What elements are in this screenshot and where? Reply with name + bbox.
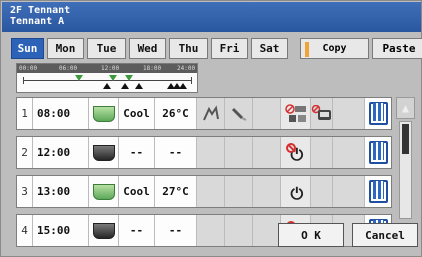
power-icon: ⏻ <box>290 183 304 203</box>
power-prohibit-icon: ⏻ <box>285 142 306 163</box>
vane-cell[interactable] <box>225 98 253 129</box>
unit-status-cell[interactable] <box>89 215 119 246</box>
unit-on-icon <box>92 183 115 200</box>
empty-cell[interactable] <box>311 137 333 168</box>
tab-wed[interactable]: Wed <box>129 38 166 59</box>
fan-speed-icon <box>202 104 219 120</box>
tenant-name: Tennant A <box>10 16 65 27</box>
unit-status-cell[interactable] <box>89 176 119 207</box>
trash-icon[interactable] <box>368 141 388 164</box>
paste-button[interactable]: Paste <box>372 38 422 59</box>
tick-label: 00:00 <box>19 65 38 72</box>
schedule-screen: 2F Tennant Tennant A Sun Mon Tue Wed Thu… <box>0 0 422 257</box>
off-event-marker-icon <box>135 83 143 89</box>
row-mode[interactable]: -- <box>119 215 155 246</box>
power-cell[interactable]: ⏻ <box>281 137 311 168</box>
scroll-track[interactable] <box>399 121 412 219</box>
schedule-row[interactable]: 2 12:00 -- -- ⏻ <box>16 136 392 169</box>
unit-off-icon <box>92 144 115 161</box>
copy-label: Copy <box>322 43 347 54</box>
row-time[interactable]: 08:00 <box>33 98 89 129</box>
tick-label: 06:00 <box>59 65 78 72</box>
off-event-marker-icon <box>179 83 187 89</box>
delete-cell[interactable] <box>365 176 391 207</box>
schedule-row[interactable]: 3 13:00 Cool 27°C ⏻ <box>16 175 392 208</box>
cancel-button[interactable]: Cancel <box>352 223 418 247</box>
timeline-ticks: 00:00 06:00 12:00 18:00 24:00 <box>17 64 197 73</box>
row-number: 2 <box>17 137 33 168</box>
prohibit-cell[interactable] <box>281 98 311 129</box>
row-time[interactable]: 12:00 <box>33 137 89 168</box>
empty-cell[interactable] <box>333 137 365 168</box>
vane-icon <box>231 107 246 121</box>
unit-on-icon <box>92 105 115 122</box>
off-event-marker-icon <box>103 83 111 89</box>
delete-cell[interactable] <box>365 98 391 129</box>
daily-timeline: 00:00 06:00 12:00 18:00 24:00 <box>16 63 198 93</box>
empty-cell[interactable] <box>253 176 281 207</box>
off-event-marker-icon <box>121 83 129 89</box>
empty-cell[interactable] <box>197 215 225 246</box>
scroll-thumb[interactable] <box>402 124 409 154</box>
tick-label: 12:00 <box>101 65 120 72</box>
empty-cell[interactable] <box>253 215 281 246</box>
tab-sat[interactable]: Sat <box>251 38 288 59</box>
row-mode[interactable]: Cool <box>119 176 155 207</box>
row-mode[interactable]: -- <box>119 137 155 168</box>
setback-icon <box>311 104 331 120</box>
empty-cell[interactable] <box>333 176 365 207</box>
empty-cell[interactable] <box>225 176 253 207</box>
tab-sun[interactable]: Sun <box>11 38 44 59</box>
on-event-marker-icon <box>125 75 133 81</box>
empty-cell[interactable] <box>311 176 333 207</box>
empty-cell[interactable] <box>225 215 253 246</box>
row-mode[interactable]: Cool <box>119 98 155 129</box>
tab-mon[interactable]: Mon <box>47 38 84 59</box>
setback-cell[interactable] <box>311 98 333 129</box>
trash-icon[interactable] <box>368 180 388 203</box>
delete-cell[interactable] <box>365 137 391 168</box>
tick-label: 24:00 <box>177 65 196 72</box>
on-event-marker-icon <box>75 75 83 81</box>
empty-cell[interactable] <box>253 137 281 168</box>
row-time[interactable]: 13:00 <box>33 176 89 207</box>
empty-cell[interactable] <box>197 176 225 207</box>
copy-button[interactable]: Copy <box>300 38 369 59</box>
building-name: 2F Tennant <box>10 5 71 16</box>
row-time[interactable]: 15:00 <box>33 215 89 246</box>
on-event-marker-icon <box>109 75 117 81</box>
power-cell[interactable]: ⏻ <box>281 176 311 207</box>
copy-indicator-icon <box>305 42 309 57</box>
tick-label: 18:00 <box>143 65 162 72</box>
tab-tue[interactable]: Tue <box>87 38 126 59</box>
prohibit-icon <box>284 103 306 122</box>
empty-cell[interactable] <box>197 137 225 168</box>
schedule-row[interactable]: 1 08:00 Cool 26°C <box>16 97 392 130</box>
tab-thu[interactable]: Thu <box>169 38 208 59</box>
ok-button[interactable]: O K <box>278 223 344 247</box>
row-temp[interactable]: 27°C <box>155 176 197 207</box>
title-bar: 2F Tennant Tennant A <box>2 2 421 32</box>
unit-off-icon <box>92 222 115 239</box>
unit-status-cell[interactable] <box>89 137 119 168</box>
row-number: 4 <box>17 215 33 246</box>
trash-icon[interactable] <box>368 102 388 125</box>
row-number: 3 <box>17 176 33 207</box>
unit-status-cell[interactable] <box>89 98 119 129</box>
row-number: 1 <box>17 98 33 129</box>
row-temp[interactable]: -- <box>155 215 197 246</box>
empty-cell[interactable] <box>253 98 281 129</box>
row-temp[interactable]: 26°C <box>155 98 197 129</box>
empty-cell[interactable] <box>333 98 365 129</box>
day-tabs: Sun Mon Tue Wed Thu Fri Sat Copy Paste <box>11 38 422 60</box>
timeline-tick <box>191 77 192 84</box>
row-temp[interactable]: -- <box>155 137 197 168</box>
scroll-up-icon[interactable]: ▲ <box>396 97 415 119</box>
tab-fri[interactable]: Fri <box>211 38 248 59</box>
timeline-tick <box>23 77 24 84</box>
empty-cell[interactable] <box>225 137 253 168</box>
fan-speed-cell[interactable] <box>197 98 225 129</box>
timeline-axis <box>23 80 191 81</box>
